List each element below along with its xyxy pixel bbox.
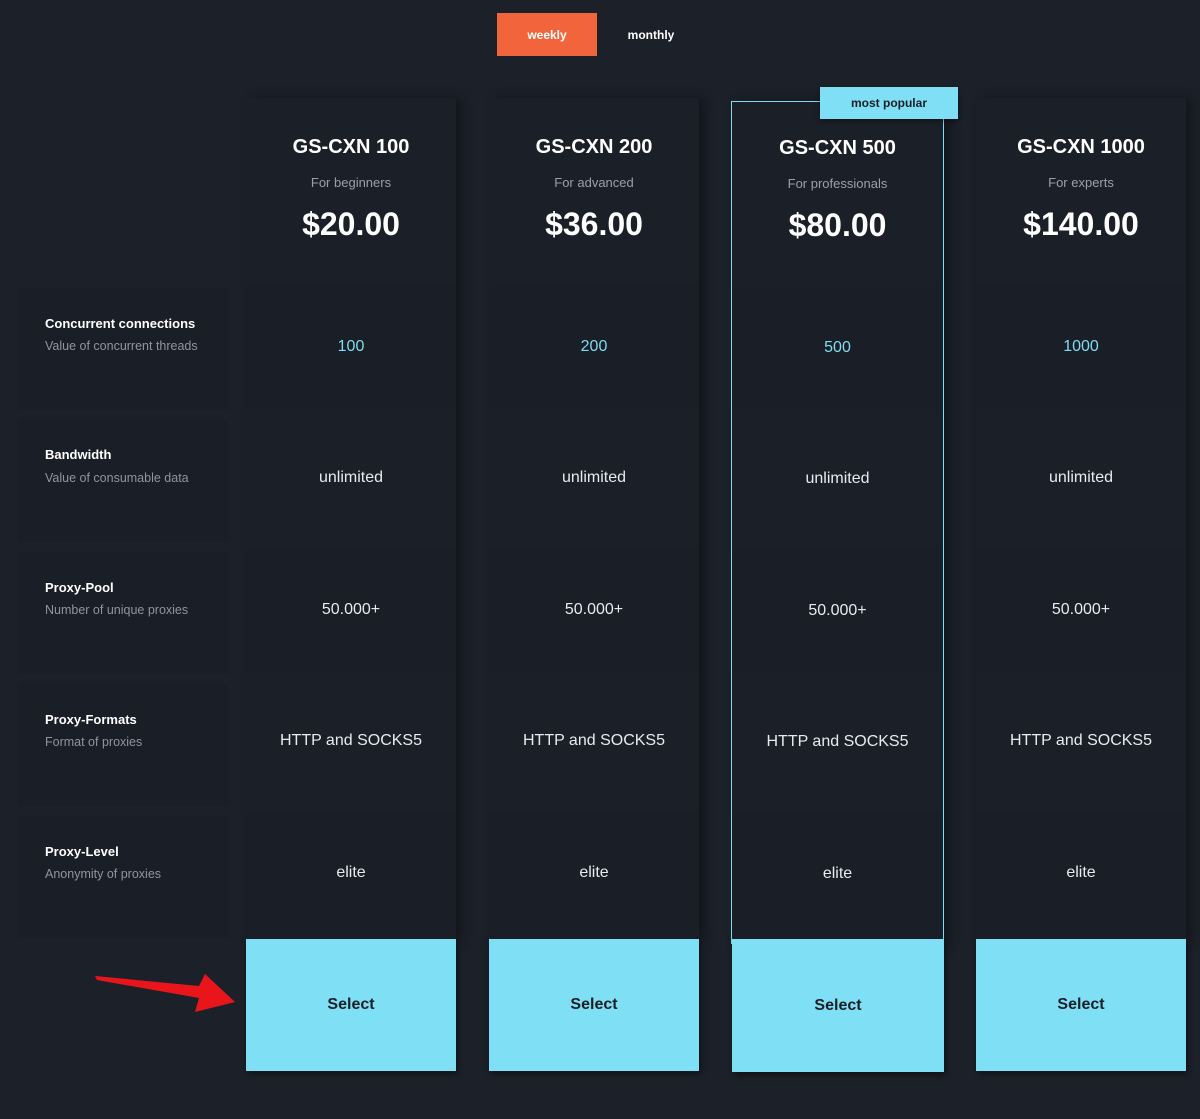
plan-value-proxy-level: elite <box>246 812 456 934</box>
weekly-tab[interactable]: weekly <box>497 13 597 56</box>
feature-label-proxy-level: Proxy-Level Anonymity of proxies <box>18 816 228 938</box>
plan-price: $20.00 <box>302 206 400 242</box>
plan-value-proxy-level: elite <box>489 812 699 934</box>
plan-header: GS-CXN 200 For advanced $36.00 <box>489 98 699 278</box>
plan-value-connections: 200 <box>489 286 699 408</box>
select-button-gs-cxn-100[interactable]: Select <box>246 939 456 1071</box>
feature-title: Proxy-Level <box>45 844 119 859</box>
plan-value-proxy-formats: HTTP and SOCKS5 <box>766 733 909 750</box>
plan-value-connections: 1000 <box>976 286 1186 408</box>
select-button-gs-cxn-500[interactable]: Select <box>732 939 944 1072</box>
plan-card-gs-cxn-100: GS-CXN 100 For beginners $20.00 100 unli… <box>246 98 456 940</box>
feature-label-proxy-pool: Proxy-Pool Number of unique proxies <box>18 552 228 674</box>
plan-price: $140.00 <box>1023 206 1139 242</box>
plan-header: GS-CXN 1000 For experts $140.00 <box>976 98 1186 278</box>
feature-title: Proxy-Formats <box>45 712 137 727</box>
feature-desc: Value of consumable data <box>45 471 189 485</box>
plan-value-connections: 100 <box>246 286 456 408</box>
feature-desc: Anonymity of proxies <box>45 867 162 881</box>
feature-label-proxy-formats: Proxy-Formats Format of proxies <box>18 684 228 806</box>
plan-subtitle: For advanced <box>554 175 634 190</box>
plan-value-proxy-formats: HTTP and SOCKS5 <box>280 732 422 749</box>
monthly-tab[interactable]: monthly <box>601 13 701 56</box>
plan-card-gs-cxn-1000: GS-CXN 1000 For experts $140.00 1000 unl… <box>976 98 1186 940</box>
plan-header: GS-CXN 100 For beginners $20.00 <box>246 98 456 278</box>
plan-value-bandwidth: unlimited <box>805 470 870 487</box>
plan-name: GS-CXN 1000 <box>1017 136 1145 158</box>
plan-subtitle: For experts <box>1048 175 1114 190</box>
feature-title: Bandwidth <box>45 447 112 462</box>
plan-value-bandwidth: unlimited <box>318 469 384 486</box>
plan-card-gs-cxn-200: GS-CXN 200 For advanced $36.00 200 unlim… <box>489 98 699 940</box>
plan-name: GS-CXN 500 <box>779 137 896 159</box>
select-button-gs-cxn-1000[interactable]: Select <box>976 939 1186 1071</box>
most-popular-badge: most popular <box>820 87 958 119</box>
feature-desc: Value of concurrent threads <box>45 339 198 353</box>
plan-value-proxy-pool: 50.000+ <box>246 549 456 671</box>
feature-desc: Number of unique proxies <box>45 603 189 617</box>
plan-value-connections: 500 <box>732 287 943 409</box>
plan-price: $36.00 <box>545 206 643 242</box>
plan-card-gs-cxn-500: GS-CXN 500 For professionals $80.00 500 … <box>731 101 944 944</box>
feature-label-bandwidth: Bandwidth Value of consumable data <box>18 420 228 542</box>
feature-title: Concurrent connections <box>45 316 196 331</box>
plan-value-bandwidth: unlimited <box>561 469 627 486</box>
feature-title: Proxy-Pool <box>45 580 114 595</box>
plan-value-proxy-level: elite <box>732 813 943 935</box>
plan-value-proxy-pool: 50.000+ <box>732 550 943 672</box>
feature-label-concurrent-connections: Concurrent connections Value of concurre… <box>18 288 228 410</box>
plan-value-proxy-pool: 50.000+ <box>976 549 1186 671</box>
plan-value-proxy-formats: HTTP and SOCKS5 <box>523 732 665 749</box>
plan-value-proxy-level: elite <box>976 812 1186 934</box>
plan-value-bandwidth: unlimited <box>1048 469 1114 486</box>
select-button-gs-cxn-200[interactable]: Select <box>489 939 699 1071</box>
plan-name: GS-CXN 200 <box>535 136 653 158</box>
plan-name: GS-CXN 100 <box>292 136 410 158</box>
plan-subtitle: For professionals <box>787 176 888 191</box>
feature-desc: Format of proxies <box>45 735 143 749</box>
plan-price: $80.00 <box>788 207 887 243</box>
plan-value-proxy-pool: 50.000+ <box>489 549 699 671</box>
plan-subtitle: For beginners <box>310 175 392 190</box>
billing-toggle: weekly monthly <box>497 13 701 56</box>
plan-header: GS-CXN 500 For professionals $80.00 <box>732 102 943 282</box>
red-arrow-icon <box>95 974 235 1012</box>
plan-value-proxy-formats: HTTP and SOCKS5 <box>1010 732 1152 749</box>
